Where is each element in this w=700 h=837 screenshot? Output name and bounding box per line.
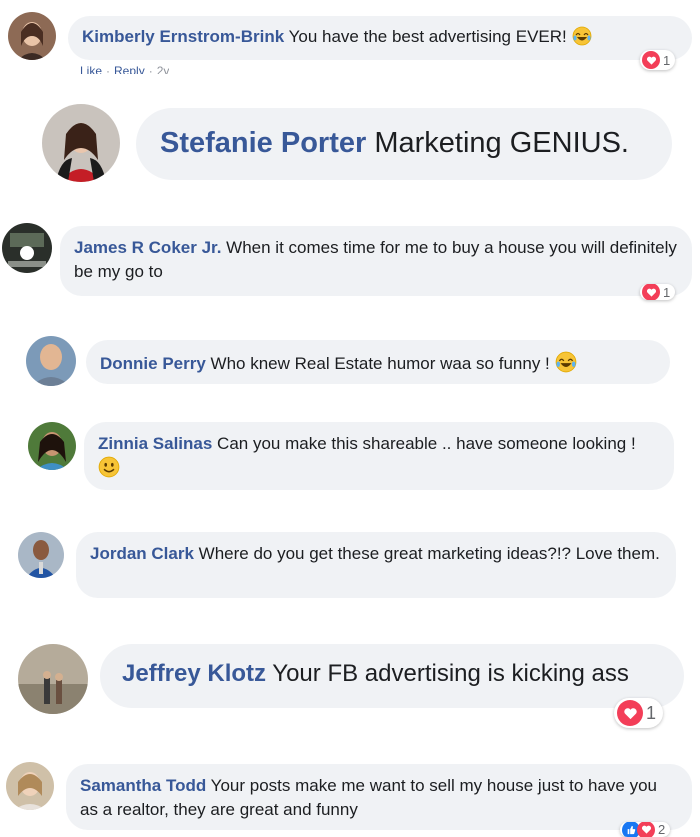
reaction-count: 1 [663,52,671,68]
avatar[interactable] [18,644,88,714]
avatar[interactable] [28,422,76,470]
comment-author[interactable]: Donnie Perry [100,354,206,373]
comment-bubble: Stefanie Porter Marketing GENIUS. [136,108,672,180]
comment-author[interactable]: Zinnia Salinas [98,434,212,453]
comment-text: Who knew Real Estate humor waa so funny … [210,354,550,373]
comment-text: Your FB advertising is kicking ass [272,660,629,687]
comment-author[interactable]: James R Coker Jr. [74,238,221,257]
comment-bubble: Zinnia Salinas Can you make this shareab… [84,422,674,490]
comment-bubble: Samantha Todd Your posts make me want to… [66,764,692,830]
reaction-badge[interactable]: 1 [640,50,676,70]
comment-author[interactable]: Jeffrey Klotz [122,660,266,687]
comment-time[interactable]: 2y [157,64,170,74]
like-link[interactable]: Like [80,64,102,74]
heart-icon [642,284,660,300]
comment-text: Marketing GENIUS. [374,127,629,159]
laughing-tears-emoji [572,26,592,51]
comment-text: Can you make this shareable .. have some… [217,434,636,453]
avatar[interactable] [42,104,120,182]
heart-icon [642,51,660,69]
reaction-badge[interactable]: 1 [614,698,664,728]
reaction-badge[interactable]: 1 [640,284,676,300]
comment-text: Where do you get these great marketing i… [198,544,660,563]
avatar[interactable] [8,12,56,60]
reply-link[interactable]: Reply [114,64,145,74]
comment-author[interactable]: Stefanie Porter [160,127,366,159]
comment-author[interactable]: Samantha Todd [80,776,206,795]
avatar[interactable] [18,532,64,578]
comment-bubble: Donnie Perry Who knew Real Estate humor … [86,340,670,384]
heart-icon [617,700,643,726]
comment-bubble: Kimberly Ernstrom-Brink You have the bes… [68,16,692,60]
comment-bubble: James R Coker Jr. When it comes time for… [60,226,692,296]
avatar[interactable] [6,762,54,810]
comment-author[interactable]: Jordan Clark [90,544,194,563]
reaction-count: 1 [663,284,671,300]
comment-actions: Like · Reply · 2y [80,64,169,74]
reaction-count: 1 [646,702,657,723]
avatar[interactable] [2,223,52,273]
comment-bubble: Jordan Clark Where do you get these grea… [76,532,676,598]
comment-bubble: Jeffrey Klotz Your FB advertising is kic… [100,644,684,708]
avatar[interactable] [26,336,76,386]
comment-text: You have the best advertising EVER! [288,27,567,46]
laughing-tears-emoji [555,351,577,378]
comment-author[interactable]: Kimberly Ernstrom-Brink [82,27,284,46]
smile-emoji [98,456,120,485]
